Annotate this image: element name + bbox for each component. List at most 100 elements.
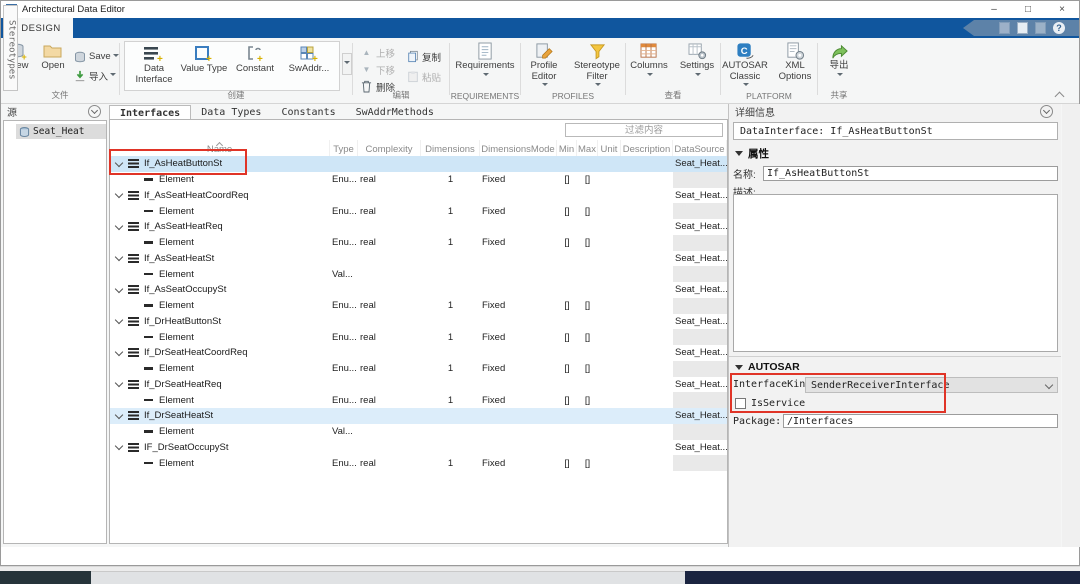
table-row-element[interactable]: ElementEnu...real1Fixed[][]: [110, 455, 727, 471]
tab-constants[interactable]: Constants: [271, 105, 345, 119]
table-row-element[interactable]: ElementEnu...real1Fixed[][]: [110, 392, 727, 408]
tree-expand-chevron-icon[interactable]: [115, 222, 123, 230]
column-header-description[interactable]: Description: [621, 140, 673, 156]
table-row-element[interactable]: ElementVal...: [110, 266, 727, 282]
settings-button[interactable]: Settings: [675, 41, 719, 80]
package-input[interactable]: [783, 414, 1058, 428]
tree-expand-chevron-icon[interactable]: [115, 379, 123, 387]
tree-expand-chevron-icon[interactable]: [115, 411, 123, 419]
table-row-interface[interactable]: If_AsSeatHeatStSeat_Heat...: [110, 251, 727, 267]
column-header-dimensions[interactable]: Dimensions: [421, 140, 480, 156]
stereotype-filter-button[interactable]: Stereotype Filter: [569, 41, 625, 90]
move-up-button[interactable]: ▲ 上移: [359, 45, 395, 60]
table-row-element[interactable]: ElementEnu...real1Fixed[][]: [110, 329, 727, 345]
copy-button[interactable]: 复制: [405, 49, 441, 64]
column-header-min[interactable]: Min: [557, 140, 577, 156]
table-row-element[interactable]: ElementVal...: [110, 424, 727, 440]
cpx-cell: real: [358, 203, 421, 219]
close-button[interactable]: ×: [1045, 2, 1079, 18]
table-row-interface[interactable]: If_AsSeatOccupyStSeat_Heat...: [110, 282, 727, 298]
tab-data-types[interactable]: Data Types: [191, 105, 271, 119]
maximize-button[interactable]: □: [1011, 2, 1045, 18]
cpx-cell: [358, 408, 421, 424]
properties-section-header[interactable]: 属性: [733, 146, 1058, 160]
tree-expand-chevron-icon[interactable]: [115, 190, 123, 198]
table-row-interface[interactable]: If_AsSeatHeatReqSeat_Heat...: [110, 219, 727, 235]
tree-expand-chevron-icon[interactable]: [115, 285, 123, 293]
paste-button[interactable]: 粘贴: [405, 69, 441, 84]
tab-swaddrmethods[interactable]: SwAddrMethods: [346, 105, 444, 119]
table-row-element[interactable]: ElementEnu...real1Fixed[][]: [110, 361, 727, 377]
source-collapse-icon[interactable]: [88, 105, 101, 118]
minimize-button[interactable]: –: [977, 2, 1011, 18]
community-icon[interactable]: [999, 22, 1010, 34]
type-cell: Enu...: [330, 172, 358, 188]
xml-options-button[interactable]: XML Options: [773, 41, 817, 82]
column-header-dimensionsmode[interactable]: DimensionsMode: [480, 140, 557, 156]
paste-quick-icon[interactable]: [1035, 22, 1046, 34]
save-dropdown-caret-icon[interactable]: [113, 54, 119, 60]
column-header-max[interactable]: Max: [577, 140, 598, 156]
column-header-datasource[interactable]: DataSource: [673, 140, 727, 156]
cpx-cell: [358, 377, 421, 393]
table-row-element[interactable]: ElementEnu...real1Fixed[][]: [110, 203, 727, 219]
interface-kind-dropdown[interactable]: SenderReceiverInterface: [805, 377, 1058, 393]
interface-icon: [128, 254, 139, 263]
column-header-name[interactable]: Name: [110, 140, 330, 156]
element-icon: [144, 367, 153, 369]
dim-cell: 1: [421, 203, 480, 219]
table-row-interface[interactable]: If_DrHeatButtonStSeat_Heat...: [110, 314, 727, 330]
ribbon-collapse-icon[interactable]: [1055, 91, 1065, 99]
table-row-element[interactable]: ElementEnu...real1Fixed[][]: [110, 298, 727, 314]
value-type-button[interactable]: + Value Type: [180, 44, 228, 88]
import-dropdown-caret-icon[interactable]: [110, 73, 116, 79]
details-header: 详细信息: [729, 104, 1061, 119]
create-gallery-overflow-button[interactable]: [342, 53, 352, 75]
column-header-type[interactable]: Type: [330, 140, 358, 156]
table-row-interface[interactable]: If_DrSeatHeatStSeat_Heat...: [110, 408, 727, 424]
tree-item-seat-heat[interactable]: Seat_Heat: [16, 124, 106, 139]
ds-cell: [673, 298, 727, 314]
requirements-button[interactable]: Requirements: [452, 41, 518, 80]
element-icon: [144, 336, 153, 338]
tree-expand-chevron-icon[interactable]: [115, 316, 123, 324]
save-button[interactable]: Save: [72, 49, 119, 64]
tab-design[interactable]: DESIGN: [9, 18, 73, 38]
swaddr-button[interactable]: + SwAddr...: [282, 44, 336, 88]
group-label-view: 查看: [626, 89, 720, 101]
constant-button[interactable]: + Constant: [228, 44, 282, 88]
table-row-interface[interactable]: If_DrSeatHeatCoordReqSeat_Heat...: [110, 345, 727, 361]
table-row-interface[interactable]: If_DrSeatHeatReqSeat_Heat...: [110, 377, 727, 393]
columns-button[interactable]: Columns: [627, 41, 671, 80]
import-button[interactable]: 导入: [72, 68, 119, 83]
open-button[interactable]: Open: [37, 41, 69, 72]
move-down-button[interactable]: ▼ 下移: [359, 62, 395, 77]
tree-expand-chevron-icon[interactable]: [115, 159, 123, 167]
table-row-interface[interactable]: IF_DrSeatOccupyStSeat_Heat...: [110, 440, 727, 456]
table-row-interface[interactable]: If_AsHeatButtonStSeat_Heat...: [110, 156, 727, 172]
table-row-interface[interactable]: If_AsSeatHeatCoordReqSeat_Heat...: [110, 188, 727, 204]
name-input[interactable]: [763, 166, 1058, 181]
details-collapse-icon[interactable]: [1040, 105, 1053, 118]
profile-editor-button[interactable]: Profile Editor: [521, 41, 567, 90]
tab-stereotypes[interactable]: Stereotypes: [3, 5, 18, 91]
autosar-classic-button[interactable]: C AUTOSAR Classic: [721, 41, 769, 90]
column-header-complexity[interactable]: Complexity: [358, 140, 421, 156]
help-icon[interactable]: ?: [1053, 22, 1065, 34]
description-textarea[interactable]: [733, 194, 1058, 352]
column-header-unit[interactable]: Unit: [598, 140, 621, 156]
filter-input[interactable]: [565, 123, 723, 137]
copy-quick-icon[interactable]: [1017, 22, 1028, 34]
table-row-element[interactable]: ElementEnu...real1Fixed[][]: [110, 235, 727, 251]
tree-expand-chevron-icon[interactable]: [115, 442, 123, 450]
table-row-element[interactable]: ElementEnu...real1Fixed[][]: [110, 172, 727, 188]
data-interface-button[interactable]: + Data Interface: [128, 44, 180, 88]
is-service-checkbox[interactable]: [735, 398, 746, 409]
tree-expand-chevron-icon[interactable]: [115, 253, 123, 261]
tree-expand-chevron-icon[interactable]: [115, 348, 123, 356]
ribbon: + New Open Save: [1, 38, 1079, 104]
autosar-section-header[interactable]: AUTOSAR: [733, 360, 1058, 374]
tab-interfaces[interactable]: Interfaces: [109, 105, 191, 119]
export-button[interactable]: 导出: [821, 41, 857, 80]
dim-cell: 1: [421, 235, 480, 251]
